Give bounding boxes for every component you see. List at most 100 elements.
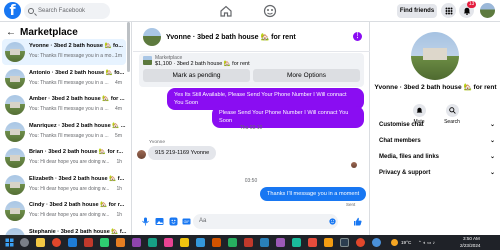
app-icon[interactable] bbox=[132, 238, 141, 247]
weather-icon[interactable] bbox=[391, 239, 398, 246]
conversation-item[interactable]: Yvonne · 3bed 2 bath house 🏡 fo... You: T… bbox=[2, 39, 126, 65]
conversation-time: 1h bbox=[116, 212, 122, 218]
app-icon[interactable] bbox=[100, 238, 109, 247]
app-icon[interactable] bbox=[324, 238, 333, 247]
sender-name: Yvonne bbox=[149, 140, 166, 145]
listing-photo[interactable] bbox=[411, 32, 459, 80]
emoji-icon[interactable] bbox=[329, 218, 336, 225]
customise-chat-row[interactable]: Customise chat ⌄ bbox=[379, 118, 495, 132]
app-icon[interactable] bbox=[116, 238, 125, 247]
conversation-name: Yvonne · 3bed 2 bath house 🏡 fo... bbox=[29, 43, 123, 49]
chat-avatar[interactable] bbox=[143, 28, 161, 46]
chat-members-row[interactable]: Chat members ⌄ bbox=[379, 134, 495, 148]
app-icon[interactable] bbox=[260, 238, 269, 247]
conversation-item[interactable]: Manriquez · 3bed 2 bath house 🏡 ... You: … bbox=[2, 119, 126, 145]
sticker-icon[interactable] bbox=[169, 217, 178, 226]
conversation-item[interactable]: Stephanie · 3bed 2 bath house 🏡 f...You:… bbox=[2, 225, 127, 235]
listing-thumbnail bbox=[5, 227, 25, 235]
conversation-item[interactable]: Cindy · 3bed 2 bath house 🏡 for r... You:… bbox=[2, 198, 126, 224]
app-icon[interactable] bbox=[196, 238, 205, 247]
chrome-icon[interactable] bbox=[52, 238, 61, 247]
mark-as-pending-button[interactable]: Mark as pending bbox=[143, 69, 250, 82]
menu-button[interactable] bbox=[441, 3, 456, 18]
app-icon[interactable] bbox=[292, 238, 301, 247]
message-input[interactable]: Aa bbox=[193, 214, 338, 229]
conversation-name: Antonio · 3bed 2 bath house 🏡 fo... bbox=[29, 69, 125, 76]
info-icon[interactable]: ⋮ bbox=[353, 32, 362, 41]
marketplace-header: ← Marketplace bbox=[6, 27, 78, 38]
app-icon[interactable] bbox=[308, 238, 317, 247]
edge-icon[interactable] bbox=[68, 238, 77, 247]
sender-avatar[interactable] bbox=[137, 150, 146, 159]
privacy-support-row[interactable]: Privacy & support ⌄ bbox=[379, 166, 495, 180]
file-explorer-icon[interactable] bbox=[36, 238, 45, 247]
message-outgoing[interactable]: Thanks I'll message you in a moment bbox=[260, 187, 367, 201]
clock-date[interactable]: 2/23/2024 bbox=[460, 243, 480, 248]
conversation-item[interactable]: Amber · 3bed 2 bath house 🏡 for ... You: … bbox=[2, 92, 126, 118]
groups-icon[interactable] bbox=[263, 4, 277, 18]
conversation-time: 4m bbox=[115, 79, 122, 86]
temperature[interactable]: 19°C bbox=[401, 240, 411, 245]
conversation-name: Brian · 3bed 2 bath house 🏡 for r... bbox=[29, 149, 123, 155]
app-icon[interactable] bbox=[180, 238, 189, 247]
app-icon[interactable] bbox=[164, 238, 173, 247]
find-friends-button[interactable]: Find friends bbox=[397, 4, 437, 18]
conversation-preview: You: Thanks I'll message you in a ... bbox=[29, 106, 109, 112]
conversation-time: 5m bbox=[115, 132, 122, 139]
conversation-name: Amber · 3bed 2 bath house 🏡 for ... bbox=[29, 96, 125, 102]
row-label: Media, files and links bbox=[379, 154, 440, 160]
conversation-name: Stephanie · 3bed 2 bath house 🏡 f... bbox=[29, 228, 127, 235]
gif-icon[interactable]: GIF bbox=[182, 217, 191, 226]
row-label: Privacy & support bbox=[379, 170, 431, 176]
message-composer: GIF Aa bbox=[133, 208, 370, 235]
listing-thumbnail bbox=[5, 174, 25, 195]
row-label: Customise chat bbox=[379, 122, 424, 128]
app-icon[interactable] bbox=[276, 238, 285, 247]
listing-thumbnail bbox=[5, 121, 25, 142]
app-icon[interactable] bbox=[212, 238, 221, 247]
listing-thumbnail bbox=[5, 201, 25, 221]
app-icon[interactable] bbox=[84, 238, 93, 247]
app-icon[interactable] bbox=[148, 238, 157, 247]
grid-menu-icon bbox=[445, 7, 452, 14]
chat-header: Yvonne · 3bed 2 bath house 🏡 for rent ⋮ bbox=[133, 22, 370, 52]
search-icon[interactable] bbox=[20, 238, 29, 247]
clock-time[interactable]: 3:50 AM bbox=[463, 236, 480, 241]
windows-start-icon[interactable] bbox=[5, 238, 14, 247]
listing-thumbnail[interactable] bbox=[143, 56, 152, 65]
microphone-icon[interactable] bbox=[141, 217, 150, 226]
listing-title[interactable]: $1,100 · 3bed 2 bath house 🏡 for rent bbox=[155, 61, 250, 67]
listing-thumbnail bbox=[5, 148, 25, 168]
chat-title[interactable]: Yvonne · 3bed 2 bath house 🏡 for rent bbox=[166, 33, 296, 41]
app-icon[interactable] bbox=[340, 238, 349, 247]
thumbs-up-icon[interactable] bbox=[353, 217, 362, 226]
conversation-name: Cindy · 3bed 2 bath house 🏡 for r... bbox=[29, 202, 125, 208]
system-tray-icons[interactable]: ⌃ ◐ ▭ ♪ bbox=[418, 240, 435, 246]
conversation-item[interactable]: Antonio · 3bed 2 bath house 🏡 fo... You: … bbox=[2, 66, 126, 92]
conversation-name: Manriquez · 3bed 2 bath house 🏡 ... bbox=[29, 122, 126, 129]
listing-thumbnail bbox=[5, 68, 25, 89]
conversation-item[interactable]: Elizabeth · 3bed 2 bath house 🏡 f... You:… bbox=[2, 172, 126, 198]
more-options-button[interactable]: More Options bbox=[253, 69, 360, 82]
home-icon[interactable] bbox=[219, 4, 233, 18]
conversation-item[interactable]: Brian · 3bed 2 bath house 🏡 for r... You:… bbox=[2, 145, 126, 171]
photo-icon[interactable] bbox=[155, 217, 164, 226]
back-arrow-icon[interactable]: ← bbox=[6, 27, 16, 38]
app-icon[interactable] bbox=[244, 238, 253, 247]
chevron-down-icon: ⌄ bbox=[489, 138, 495, 144]
message-incoming[interactable]: 915 219-1169 Yvonne bbox=[148, 146, 217, 160]
search-input[interactable]: Search Facebook bbox=[24, 3, 110, 19]
conversation-list-scrollbar[interactable] bbox=[127, 22, 130, 72]
message-timestamp: Thu 03:10 bbox=[239, 125, 263, 131]
chrome-icon[interactable] bbox=[356, 238, 365, 247]
row-label: Chat members bbox=[379, 138, 421, 144]
app-icon[interactable] bbox=[228, 238, 237, 247]
media-files-links-row[interactable]: Media, files and links ⌄ bbox=[379, 150, 495, 164]
svg-text:GIF: GIF bbox=[184, 220, 190, 224]
conversation-preview: You: Thanks I'll message you in a ... bbox=[29, 132, 109, 139]
profile-avatar[interactable] bbox=[480, 3, 495, 18]
facebook-logo[interactable]: f bbox=[4, 2, 21, 19]
search-placeholder: Search Facebook bbox=[38, 8, 86, 14]
conversation-details-panel: Yvonne · 3bed 2 bath house 🏡 for rent Mu… bbox=[371, 22, 500, 235]
app-icon[interactable] bbox=[372, 238, 381, 247]
